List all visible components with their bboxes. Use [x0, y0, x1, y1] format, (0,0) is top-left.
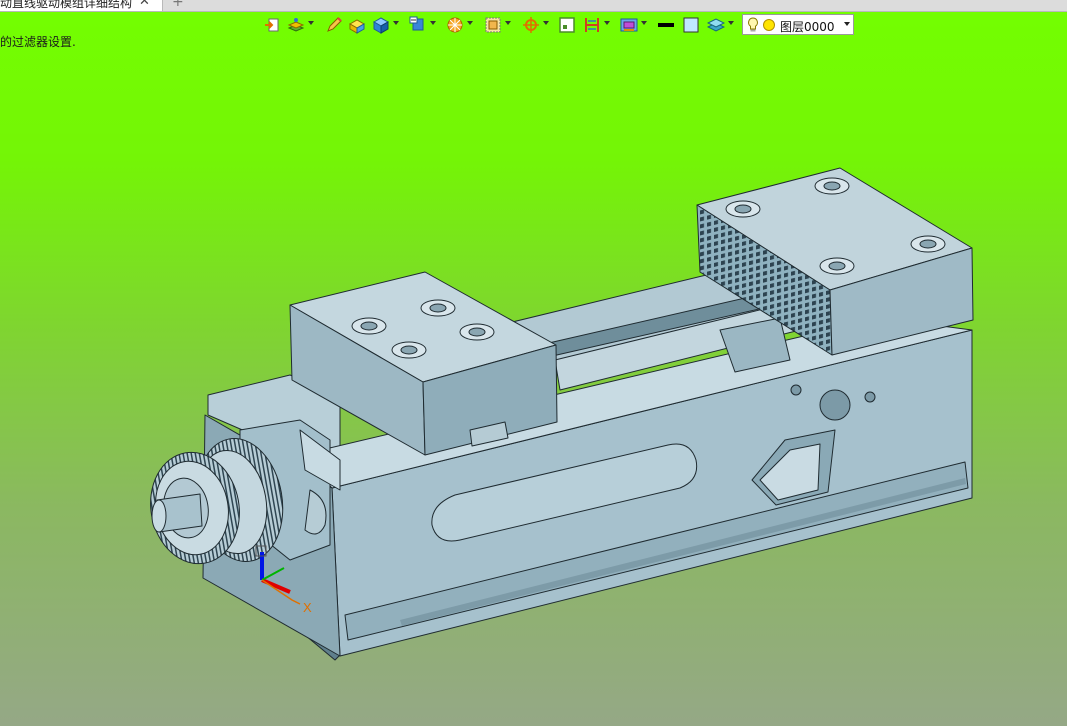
axis-x-label: X	[303, 600, 312, 615]
vise-model[interactable]: X	[0, 0, 1067, 726]
3d-viewport[interactable]: 动直线驱动模组详细结构 ✕ + 的过滤器设置. 图层0000 X	[0, 0, 1067, 726]
